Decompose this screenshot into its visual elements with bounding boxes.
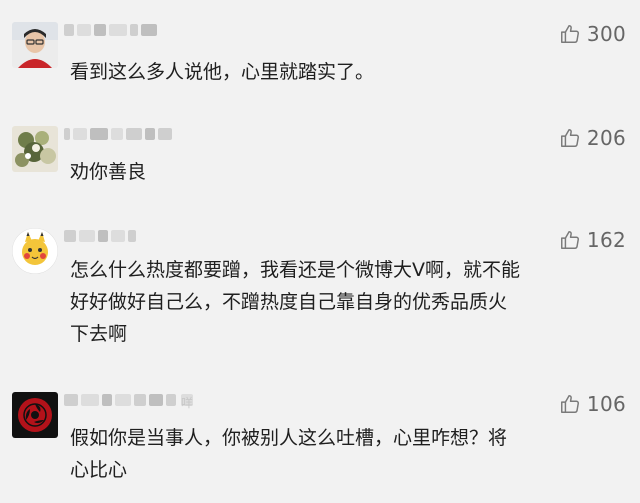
avatar[interactable] bbox=[12, 392, 58, 438]
thumbs-up-icon bbox=[560, 129, 579, 147]
comment-item: 300 看到这么多人说他，心里就踏实了。 bbox=[0, 14, 640, 104]
comment-item: 162 怎么什么热度都要蹭，我看还是个微博大V啊，就不能 好好做好自己么，不蹭热… bbox=[0, 220, 640, 360]
username-blurred[interactable]: 咩 bbox=[64, 390, 194, 410]
username-tail: 咩 bbox=[181, 394, 194, 410]
comment-item: 206 劝你善良 bbox=[0, 118, 640, 202]
like-count: 300 bbox=[586, 22, 626, 46]
thumbs-up-icon bbox=[560, 395, 579, 413]
like-button[interactable]: 300 bbox=[559, 20, 626, 48]
username-blurred[interactable] bbox=[64, 20, 157, 40]
like-count: 206 bbox=[586, 126, 626, 150]
like-button[interactable]: 206 bbox=[559, 124, 626, 152]
username-blurred[interactable] bbox=[64, 124, 172, 144]
comment-text: 看到这么多人说他，心里就踏实了。 bbox=[70, 61, 375, 83]
avatar[interactable] bbox=[12, 228, 58, 274]
like-count: 162 bbox=[586, 228, 626, 252]
comment-list: 300 看到这么多人说他，心里就踏实了。 206 劝你善良 162 怎么什么热度… bbox=[0, 0, 640, 503]
comment-text: 劝你善良 bbox=[70, 161, 147, 183]
comment-text: 怎么什么热度都要蹭，我看还是个微博大V啊，就不能 好好做好自己么，不蹭热度自己靠… bbox=[70, 259, 520, 345]
username-blurred[interactable] bbox=[64, 226, 136, 246]
like-button[interactable]: 162 bbox=[559, 226, 626, 254]
thumbs-up-icon bbox=[560, 25, 579, 43]
like-count: 106 bbox=[586, 392, 626, 416]
avatar[interactable] bbox=[12, 126, 58, 172]
like-button[interactable]: 106 bbox=[559, 390, 626, 418]
thumbs-up-icon bbox=[560, 231, 579, 249]
comment-item: 咩 106 假如你是当事人，你被别人这么吐槽，心里咋想？将 心比心 bbox=[0, 384, 640, 494]
comment-text: 假如你是当事人，你被别人这么吐槽，心里咋想？将 心比心 bbox=[70, 427, 508, 481]
avatar[interactable] bbox=[12, 22, 58, 68]
